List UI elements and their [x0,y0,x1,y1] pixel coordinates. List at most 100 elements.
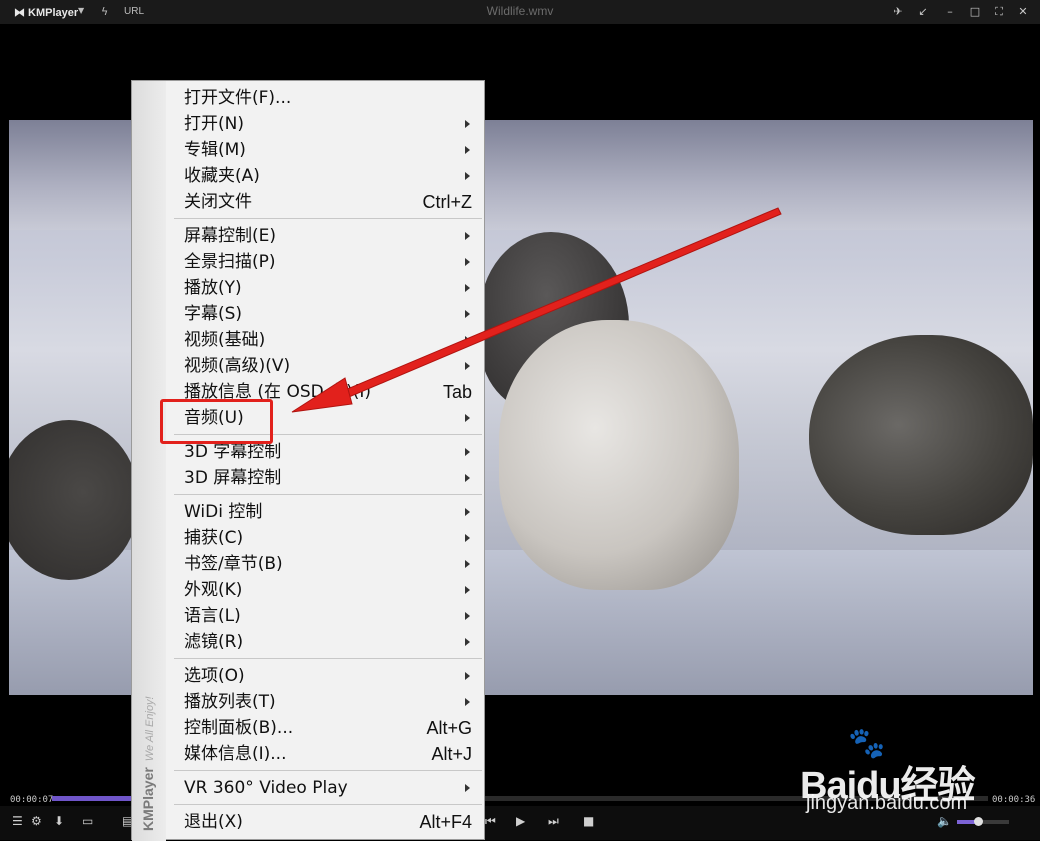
menu-item[interactable]: 专辑(M) [184,137,474,163]
playlist-icon[interactable]: ☰ [12,814,23,828]
menu-item[interactable]: 全景扫描(P) [184,249,474,275]
menu-item-label: 滤镜(R) [184,632,244,652]
menu-item-label: 3D 屏幕控制 [184,468,282,488]
menu-item-label: 播放(Y) [184,278,242,298]
menu-item[interactable]: 外观(K) [184,577,474,603]
menu-item[interactable]: 打开文件(F)... [184,85,474,111]
menu-item[interactable]: 打开(N) [184,111,474,137]
menu-item[interactable]: 播放列表(T) [184,689,474,715]
menu-separator [174,494,482,495]
menu-item[interactable]: 捕获(C) [184,525,474,551]
menu-separator [174,658,482,659]
baidu-watermark: 🐾 Baidu经验 jingyan.baidu.com [800,726,990,818]
mini-mode-icon[interactable]: ↙ [915,4,931,20]
menu-item-label: 字幕(S) [184,304,243,324]
menu-item-label: 播放列表(T) [184,692,276,712]
vr-icon[interactable]: ▭ [82,814,93,828]
menu-item-label: 视频(高级)(V) [184,356,291,376]
stop-icon[interactable]: ■ [583,814,594,828]
next-icon[interactable]: ⏭ [548,814,559,829]
side-brand: KMPlayer We All Enjoy! [138,631,160,831]
menu-item-shortcut: Tab [442,382,472,402]
menu-item-shortcut: Alt+F4 [419,812,472,832]
submenu-arrow-icon [465,612,470,620]
submenu-arrow-icon [465,672,470,680]
menu-item-label: VR 360° Video Play [184,778,348,798]
seal-right [809,335,1033,535]
settings-gear-icon[interactable]: ⚙ [31,814,42,828]
menu-item-label: 打开文件(F)... [184,88,292,108]
previous-icon[interactable]: ⏮ [485,814,496,829]
submenu-arrow-icon [465,448,470,456]
menu-item-label: 捕获(C) [184,528,244,548]
menu-item-label: 屏幕控制(E) [184,226,277,246]
submenu-arrow-icon [465,508,470,516]
pin-icon[interactable]: ✈ [890,4,906,20]
play-icon[interactable]: ▶ [516,814,525,828]
menu-item-label: 视频(基础) [184,330,266,350]
menu-item[interactable]: 视频(高级)(V) [184,353,474,379]
submenu-arrow-icon [465,474,470,482]
menu-item[interactable]: 屏幕控制(E) [184,223,474,249]
submenu-arrow-icon [465,698,470,706]
submenu-arrow-icon [465,172,470,180]
submenu-arrow-icon [465,784,470,792]
menu-item-shortcut: Alt+G [426,718,472,738]
menu-item-shortcut: Ctrl+Z [422,192,473,212]
menu-separator [174,770,482,771]
menu-item[interactable]: 控制面板(B)... Alt+G [184,715,474,741]
seal-center [499,320,739,590]
menu-item[interactable]: 关闭文件 Ctrl+Z [184,189,474,215]
submenu-arrow-icon [465,414,470,422]
menu-item[interactable]: 3D 屏幕控制 [184,465,474,491]
submenu-arrow-icon [465,336,470,344]
time-elapsed: 00:00:07 [10,795,54,805]
submenu-arrow-icon [465,638,470,646]
side-brand-text: KMPlayer We All Enjoy! [140,696,156,831]
menu-side-banner: KMPlayer We All Enjoy! [132,81,166,841]
menu-item-label: 专辑(M) [184,140,246,160]
submenu-arrow-icon [465,310,470,318]
menu-item-label: 打开(N) [184,114,244,134]
highlight-box [160,399,273,444]
submenu-arrow-icon [465,232,470,240]
menu-item[interactable]: VR 360° Video Play [184,775,474,801]
volume-knob[interactable] [973,817,983,826]
menu-separator [174,218,482,219]
maximize-icon[interactable]: □ [967,4,983,20]
menu-item-label: 语言(L) [184,606,241,626]
menu-item[interactable]: WiDi 控制 [184,499,474,525]
time-total: 00:00:36 [992,795,1036,805]
menu-item-label: 书签/章节(B) [184,554,283,574]
menu-item[interactable]: 播放(Y) [184,275,474,301]
volume-slider[interactable] [957,817,1009,826]
submenu-arrow-icon [465,586,470,594]
menu-item[interactable]: 退出(X) Alt+F4 [184,809,474,835]
menu-item-label: 退出(X) [184,812,243,832]
menu-item-label: WiDi 控制 [184,502,263,522]
menu-item[interactable]: 滤镜(R) [184,629,474,655]
side-brand-name: KMPlayer [140,767,156,831]
close-icon[interactable]: ✕ [1015,4,1031,20]
menu-item-label: 关闭文件 [184,192,252,212]
menu-item-label: 控制面板(B)... [184,718,294,738]
submenu-arrow-icon [465,120,470,128]
fullscreen-icon[interactable]: ⛶ [991,4,1007,20]
submenu-arrow-icon [465,258,470,266]
menu-item[interactable]: 视频(基础) [184,327,474,353]
menu-item[interactable]: 书签/章节(B) [184,551,474,577]
menu-separator [174,804,482,805]
submenu-arrow-icon [465,534,470,542]
minimize-icon[interactable]: – [942,4,958,20]
menu-item-label: 媒体信息(I)... [184,744,287,764]
menu-item[interactable]: 收藏夹(A) [184,163,474,189]
menu-item[interactable]: 语言(L) [184,603,474,629]
side-brand-tagline: We All Enjoy! [144,696,156,762]
context-menu: KMPlayer We All Enjoy! 打开文件(F)... 打开(N) 专辑(… [131,80,485,841]
submenu-arrow-icon [465,362,470,370]
download-icon[interactable]: ⬇ [54,814,64,828]
menu-item[interactable]: 选项(O) [184,663,474,689]
title-bar: ⧓ KMPlayer ▼ ϟ URL Wildlife.wmv ✈ ↙ – □ ⛶… [0,0,1040,24]
menu-item[interactable]: 字幕(S) [184,301,474,327]
menu-item[interactable]: 媒体信息(I)... Alt+J [184,741,474,767]
